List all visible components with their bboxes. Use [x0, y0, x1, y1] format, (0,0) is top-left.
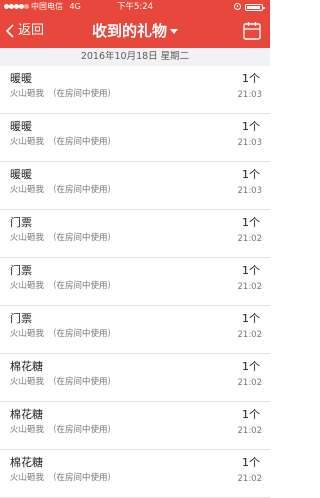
- gift-time: 21:02: [237, 426, 263, 436]
- list-item[interactable]: 暖暖火山砸我 （在房间中使用） 1个 21:03: [0, 66, 270, 114]
- calendar-button[interactable]: [243, 21, 261, 40]
- gift-time: 21:02: [237, 378, 263, 388]
- gift-count: 1个: [242, 312, 260, 325]
- list-item[interactable]: 棉花糖火山砸我 （在房间中使用） 1个 21:02: [0, 402, 270, 450]
- back-button[interactable]: 返回: [2, 16, 62, 46]
- sender-name: 火山砸我: [10, 137, 45, 147]
- gift-name: 暖暖: [10, 120, 32, 133]
- gift-sender: 火山砸我 （在房间中使用）: [10, 88, 116, 100]
- title-dropdown[interactable]: 收到的礼物: [70, 18, 200, 44]
- gift-name: 棉花糖: [10, 360, 43, 373]
- gift-name: 棉花糖: [10, 408, 43, 421]
- sender-name: 火山砸我: [10, 473, 45, 483]
- usage-note: （在房间中使用）: [48, 281, 117, 291]
- calendar-icon: [243, 22, 261, 40]
- date-header: 2016年10月18日 星期二: [0, 48, 270, 66]
- gift-sender: 火山砸我 （在房间中使用）: [10, 328, 116, 340]
- gift-name: 门票: [10, 216, 32, 229]
- gift-name: 暖暖: [10, 168, 32, 181]
- gift-time: 21:02: [237, 474, 263, 484]
- gift-count: 1个: [242, 72, 260, 85]
- gift-count: 1个: [242, 408, 260, 421]
- list-item[interactable]: 棉花糖火山砸我 （在房间中使用） 1个 21:02: [0, 450, 270, 498]
- sender-name: 火山砸我: [10, 377, 45, 387]
- sender-name: 火山砸我: [10, 233, 45, 243]
- gift-time: 21:03: [237, 138, 263, 148]
- gift-count: 1个: [242, 216, 260, 229]
- sender-name: 火山砸我: [10, 425, 45, 435]
- list-item[interactable]: 门票火山砸我 （在房间中使用） 1个 21:02: [0, 306, 270, 354]
- list-item[interactable]: 门票火山砸我 （在房间中使用） 1个 21:02: [0, 258, 270, 306]
- gift-name: 暖暖: [10, 72, 32, 85]
- gift-count: 1个: [242, 120, 260, 133]
- list-item[interactable]: 棉花糖火山砸我 （在房间中使用） 1个 21:02: [0, 354, 270, 402]
- gift-count: 1个: [242, 264, 260, 277]
- gift-time: 21:03: [237, 90, 263, 100]
- gift-sender: 火山砸我 （在房间中使用）: [10, 136, 116, 148]
- gift-count: 1个: [242, 360, 260, 373]
- gift-list: 暖暖 火山砸我 （在房间中使用） 1个 21:03 暖暖 火山砸我 （在房间中使用） 1个 21:…: [0, 66, 270, 498]
- gift-count: 1个: [242, 456, 260, 469]
- gift-name: 门票: [10, 264, 32, 277]
- gift-time: 21:03: [237, 186, 263, 196]
- gift-time: 21:02: [237, 282, 263, 292]
- list-item[interactable]: 暖暖火山砸我 （在房间中使用） 1个 21:03: [0, 114, 270, 162]
- usage-note: （在房间中使用）: [48, 233, 117, 243]
- gift-count: 1个: [242, 168, 260, 181]
- list-item[interactable]: 门票火山砸我 （在房间中使用） 1个 21:02: [0, 210, 270, 258]
- nav-bar: 返回 收到的礼物: [0, 14, 270, 48]
- gift-sender: 火山砸我 （在房间中使用）: [10, 232, 116, 244]
- page-title: 收到的礼物: [91, 22, 167, 40]
- list-item[interactable]: 暖暖火山砸我 （在房间中使用） 1个 21:03: [0, 162, 270, 210]
- usage-note: （在房间中使用）: [48, 425, 117, 435]
- gift-time: 21:02: [237, 234, 263, 244]
- battery-icon: [245, 4, 265, 11]
- sender-name: 火山砸我: [10, 185, 45, 195]
- sender-name: 火山砸我: [10, 281, 45, 291]
- gift-sender: 火山砸我 （在房间中使用）: [10, 424, 116, 436]
- orientation-lock-icon: [234, 3, 241, 10]
- gift-sender: 火山砸我 （在房间中使用）: [10, 280, 116, 292]
- gift-name: 棉花糖: [10, 456, 43, 469]
- usage-note: （在房间中使用）: [48, 473, 117, 483]
- gift-sender: 火山砸我 （在房间中使用）: [10, 376, 116, 388]
- usage-note: （在房间中使用）: [48, 185, 117, 195]
- status-bar: 中国电信 4G 下午5:24: [0, 0, 270, 14]
- sender-name: 火山砸我: [10, 329, 45, 339]
- gift-time: 21:02: [237, 330, 263, 340]
- usage-note: （在房间中使用）: [48, 137, 117, 147]
- gift-sender: 火山砸我 （在房间中使用）: [10, 184, 116, 196]
- usage-note: （在房间中使用）: [48, 377, 117, 387]
- sender-name: 火山砸我: [10, 89, 45, 99]
- app-header: 中国电信 4G 下午5:24 返回 收到的礼物: [0, 0, 270, 48]
- caret-down-icon: [170, 29, 178, 34]
- gift-name: 门票: [10, 312, 32, 325]
- usage-note: （在房间中使用）: [48, 89, 117, 99]
- back-label: 返回: [18, 23, 45, 38]
- gift-sender: 火山砸我 （在房间中使用）: [10, 472, 116, 484]
- chevron-left-icon: [6, 24, 14, 38]
- status-time: 下午5:24: [116, 2, 154, 12]
- usage-note: （在房间中使用）: [48, 329, 117, 339]
